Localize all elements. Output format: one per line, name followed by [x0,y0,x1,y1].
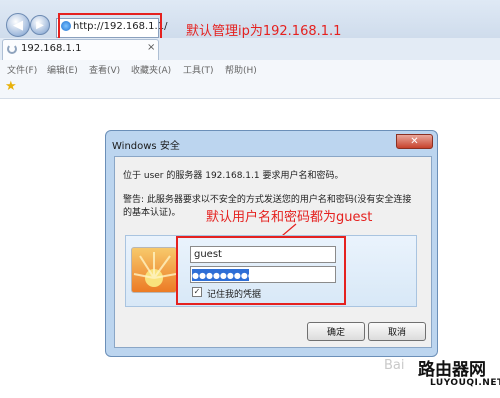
forward-button[interactable]: ▶ [30,15,50,35]
back-arrow-icon: ◀ [13,17,23,33]
flower-icon [133,252,176,287]
forward-arrow-icon: ▶ [36,19,44,31]
loading-icon [7,44,17,54]
address-highlight-box [58,13,162,40]
site-url-watermark: LUYOUQI.NET [430,378,500,388]
back-button[interactable]: ◀ [6,13,30,37]
dialog-warning-line2: 的基本认证)。 [123,208,181,218]
favorites-star-icon[interactable]: ★ [5,79,17,94]
credential-highlight-box [176,236,346,305]
menu-view[interactable]: 查看(V) [89,63,120,76]
cancel-button[interactable]: 取消 [368,322,426,341]
user-avatar [131,247,177,293]
menu-favorites[interactable]: 收藏夹(A) [131,63,171,76]
menu-file[interactable]: 文件(F) [7,63,37,76]
tab-title: 192.168.1.1 [21,43,82,54]
site-watermark: 路由器网 [418,360,486,380]
dialog-warning-line1: 警告: 此服务器要求以不安全的方式发送您的用户名和密码(没有安全连接 [123,195,412,205]
tab-close-icon[interactable]: × [147,42,155,53]
menu-help[interactable]: 帮助(H) [225,63,257,76]
menu-edit[interactable]: 编辑(E) [47,63,78,76]
ok-button[interactable]: 确定 [307,322,365,341]
menu-tools[interactable]: 工具(T) [183,63,214,76]
favorites-bar [0,78,500,99]
dialog-close-button[interactable]: ✕ [396,134,433,149]
ip-annotation: 默认管理ip为192.168.1.1 [186,24,342,39]
baidu-watermark: Bai [384,358,405,373]
dialog-title: Windows 安全 [112,141,180,152]
close-icon: ✕ [410,136,419,147]
dialog-message: 位于 user 的服务器 192.168.1.1 要求用户名和密码。 [123,171,344,181]
